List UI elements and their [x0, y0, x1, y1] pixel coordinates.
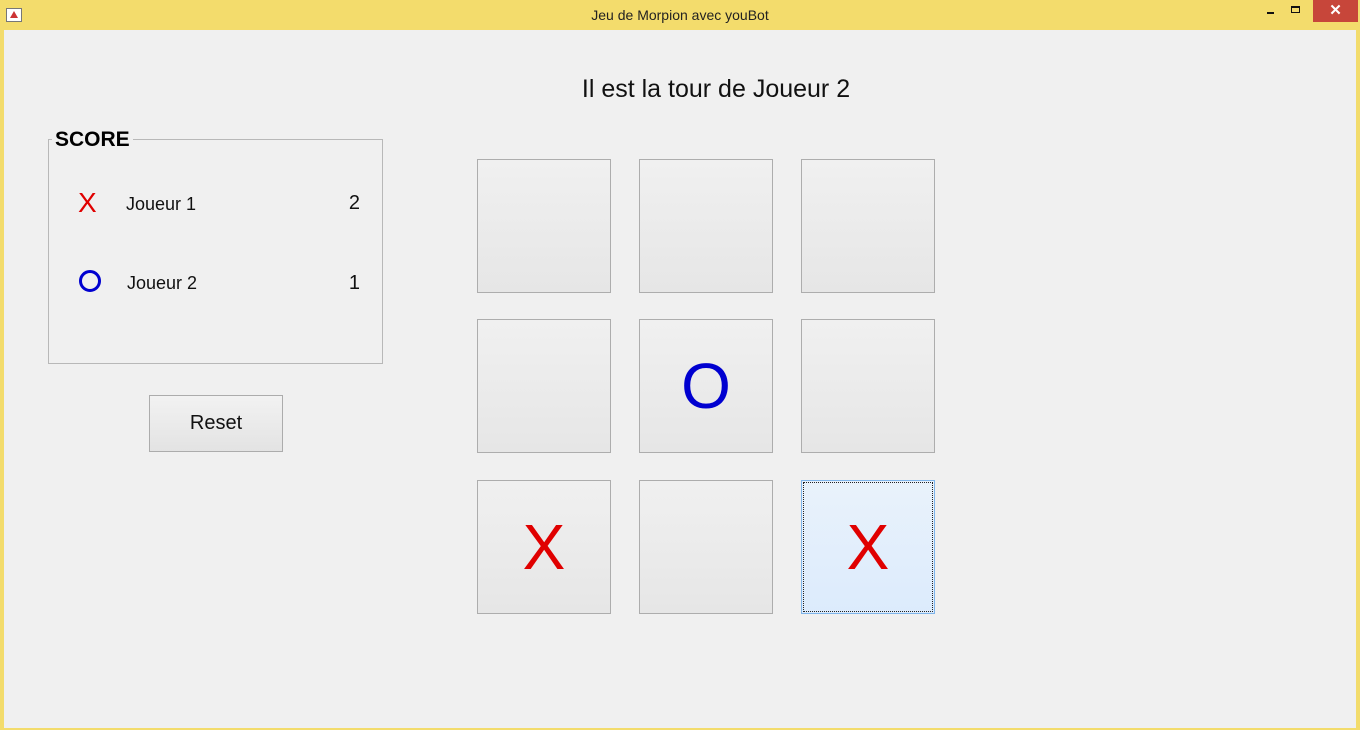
window: Jeu de Morpion avec youBot ✕ Il est la t…: [0, 0, 1360, 730]
window-title: Jeu de Morpion avec youBot: [591, 7, 769, 23]
title-bar[interactable]: Jeu de Morpion avec youBot ✕: [0, 0, 1360, 30]
cell-mark-o: O: [681, 350, 731, 422]
player2-o-symbol: [79, 270, 101, 292]
maximize-button[interactable]: [1283, 0, 1309, 22]
score-panel: [48, 139, 383, 364]
board-cell-9[interactable]: X: [801, 480, 935, 614]
reset-button[interactable]: Reset: [149, 395, 283, 452]
board-cell-6[interactable]: [801, 319, 935, 453]
board-cell-1[interactable]: [477, 159, 611, 293]
minimize-button[interactable]: [1257, 0, 1283, 22]
board-cell-8[interactable]: [639, 480, 773, 614]
board-cell-2[interactable]: [639, 159, 773, 293]
cell-mark-x: X: [846, 511, 890, 583]
board-cell-4[interactable]: [477, 319, 611, 453]
player2-score: 1: [348, 272, 360, 294]
cell-mark-x: X: [522, 511, 566, 583]
board-cell-7[interactable]: X: [477, 480, 611, 614]
turn-status: Il est la tour de Joueur 2: [581, 75, 851, 103]
player1-name: Joueur 1: [126, 194, 197, 214]
player1-score: 2: [348, 192, 360, 214]
score-panel-title: SCORE: [52, 128, 133, 152]
board-cell-3[interactable]: [801, 159, 935, 293]
board-cell-5[interactable]: O: [639, 319, 773, 453]
player2-name: Joueur 2: [127, 273, 198, 293]
close-button[interactable]: ✕: [1313, 0, 1358, 22]
player1-x-symbol: X: [78, 187, 97, 218]
